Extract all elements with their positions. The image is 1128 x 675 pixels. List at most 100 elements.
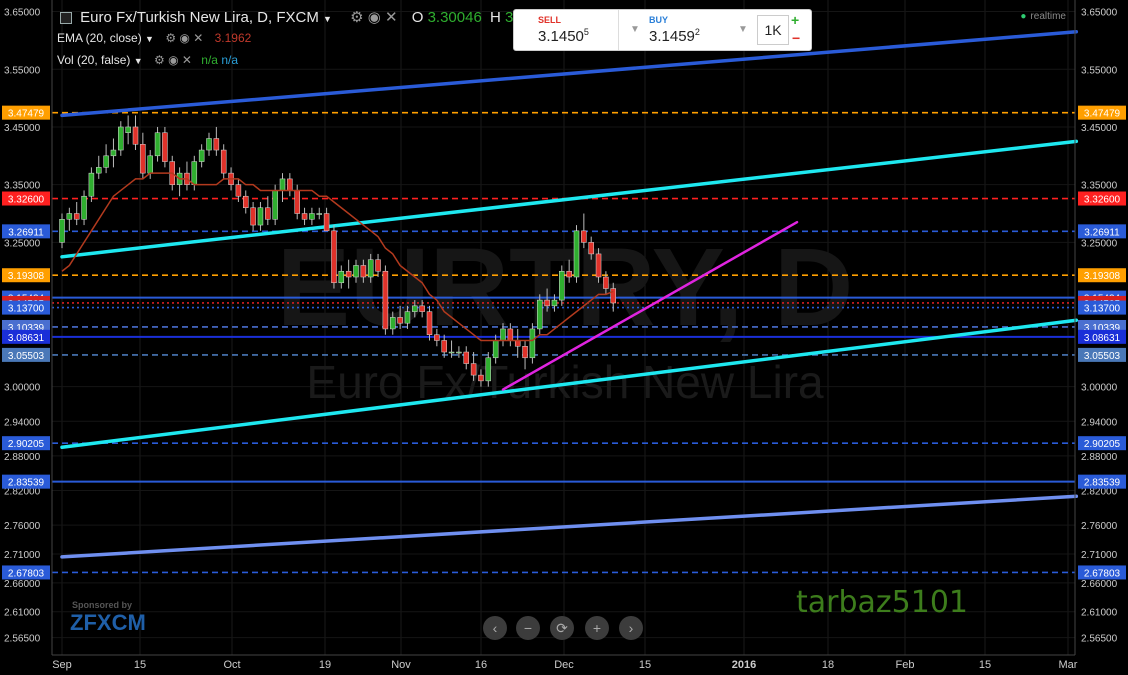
candle-body xyxy=(478,374,484,382)
candle-body xyxy=(118,126,124,151)
candle-body xyxy=(132,126,139,145)
x-tick-label: 15 xyxy=(639,659,651,671)
realtime-indicator: realtime xyxy=(1020,11,1066,22)
vol-label[interactable]: Vol (20, false) xyxy=(57,53,130,67)
y-tick-label-right: 2.88000 xyxy=(1081,452,1118,463)
chart-title-legend: Euro Fx/Turkish New Lira, D, FXCM ▼ ⚙ ◉ … xyxy=(57,8,543,26)
candle-body xyxy=(434,334,440,341)
candle-body xyxy=(367,259,374,278)
scroll-right-button[interactable]: › xyxy=(619,616,643,640)
x-tick-label: Mar xyxy=(1059,659,1078,671)
quantity-minus-button[interactable]: − xyxy=(792,30,800,46)
price-chart[interactable]: EURTRY, D Euro Fx/Turkish New Lira Sep 15 O… xyxy=(0,0,1128,675)
y-tick-label-left: 3.00000 xyxy=(4,383,41,394)
candle-body xyxy=(250,207,256,226)
candle-body xyxy=(448,351,455,354)
y-tick-label-left: 2.66000 xyxy=(4,579,41,590)
x-tick-label: Feb xyxy=(896,659,915,671)
trade-panel: SELL 3.14505 ▼ BUY 3.14592 ▼ 1K + − xyxy=(513,9,812,51)
chevron-down-icon[interactable]: ▼ xyxy=(145,34,154,44)
candle-body xyxy=(103,155,109,168)
zoom-in-button[interactable]: + xyxy=(585,616,609,640)
candle-body xyxy=(73,213,80,220)
y-tick-label-right: 3.00000 xyxy=(1081,383,1118,394)
candle-body xyxy=(397,317,403,324)
chevron-down-icon[interactable]: ▼ xyxy=(134,56,143,66)
price-line-label: 2.83539 xyxy=(1084,478,1121,489)
candle-body xyxy=(257,207,264,226)
x-tick-label: 16 xyxy=(475,659,487,671)
candle-body xyxy=(375,259,381,272)
price-line-label: 2.67803 xyxy=(8,568,45,579)
candle-body xyxy=(154,132,161,157)
candle-body xyxy=(456,351,462,354)
fxcm-logo[interactable]: ZFXCM xyxy=(70,610,146,636)
candle-body xyxy=(610,288,616,304)
x-tick-label: Oct xyxy=(223,659,240,671)
y-tick-label-left: 3.35000 xyxy=(4,181,41,192)
buy-price-main: 3.1459 xyxy=(649,28,695,45)
x-tick-label: 18 xyxy=(822,659,834,671)
y-tick-label-right: 3.35000 xyxy=(1081,181,1118,192)
candle-body xyxy=(404,311,411,324)
sell-box[interactable]: SELL 3.14505 ▼ xyxy=(514,10,640,50)
collapse-icon[interactable] xyxy=(60,12,72,25)
ema-settings-icon[interactable]: ⚙ ◉ ✕ xyxy=(165,31,203,45)
candle-body xyxy=(243,195,249,209)
buy-box[interactable]: BUY 3.14592 ▼ xyxy=(642,10,752,50)
y-tick-label-left: 2.71000 xyxy=(4,550,41,561)
candle-body xyxy=(59,219,65,243)
candle-body xyxy=(96,167,102,174)
candle-body xyxy=(272,190,278,220)
candle-body xyxy=(463,351,469,364)
sponsor-label: Sponsored by xyxy=(72,600,133,610)
ohlc-open-value: 3.30046 xyxy=(427,9,482,26)
candle-body xyxy=(345,270,352,278)
price-line-label: 3.26911 xyxy=(1084,227,1120,238)
ema-label[interactable]: EMA (20, close) xyxy=(57,31,142,45)
chevron-down-icon[interactable]: ▼ xyxy=(323,14,332,24)
price-line-label: 2.67803 xyxy=(1084,568,1121,579)
candle-body xyxy=(382,270,389,330)
sell-price-main: 3.1450 xyxy=(538,28,584,45)
candle-body xyxy=(559,270,565,301)
sell-label: SELL xyxy=(538,15,562,25)
sell-chevron-icon[interactable]: ▼ xyxy=(630,24,640,35)
candle-body xyxy=(323,213,330,232)
candle-body xyxy=(544,299,550,307)
y-tick-label-left: 2.76000 xyxy=(4,521,41,532)
buy-chevron-icon[interactable]: ▼ xyxy=(738,24,748,35)
candle-body xyxy=(426,311,433,335)
candle-body xyxy=(566,270,572,278)
y-tick-label-left: 3.45000 xyxy=(4,123,41,134)
quantity-field[interactable]: 1K xyxy=(757,15,789,45)
chart-title[interactable]: Euro Fx/Turkish New Lira, D, FXCM xyxy=(80,9,319,26)
candle-body xyxy=(514,340,521,347)
settings-icon[interactable]: ⚙ ◉ ✕ xyxy=(350,9,397,26)
ema-value: 3.1962 xyxy=(214,31,252,45)
y-tick-label-left: 3.65000 xyxy=(4,8,41,19)
fxcm-logo-mark: Z xyxy=(70,610,84,635)
candle-body xyxy=(588,242,594,255)
price-line-label: 3.26911 xyxy=(8,227,44,238)
candle-body xyxy=(206,138,212,151)
price-line-label: 3.08631 xyxy=(8,333,45,344)
sell-price: 3.14505 xyxy=(538,27,589,45)
chart-stage[interactable]: EURTRY, D Euro Fx/Turkish New Lira Sep 15 O… xyxy=(0,0,1128,675)
vol-settings-icon[interactable]: ⚙ ◉ ✕ xyxy=(154,53,192,67)
fxcm-brand: FXCM xyxy=(83,610,146,635)
y-tick-label-right: 2.71000 xyxy=(1081,550,1118,561)
candle-body xyxy=(390,317,396,330)
candle-body xyxy=(213,138,220,151)
zoom-out-button[interactable]: − xyxy=(516,616,540,640)
reset-button[interactable]: ⟳ xyxy=(550,616,574,640)
quantity-plus-button[interactable]: + xyxy=(791,12,799,28)
candle-body xyxy=(279,178,286,191)
candle-body xyxy=(338,270,345,284)
candle-body xyxy=(529,328,536,359)
candle-body xyxy=(441,340,447,353)
scroll-left-button[interactable]: ‹ xyxy=(483,616,507,640)
x-tick-label: 15 xyxy=(134,659,146,671)
price-line-label: 3.19308 xyxy=(1084,271,1121,282)
candle-body xyxy=(500,328,506,341)
